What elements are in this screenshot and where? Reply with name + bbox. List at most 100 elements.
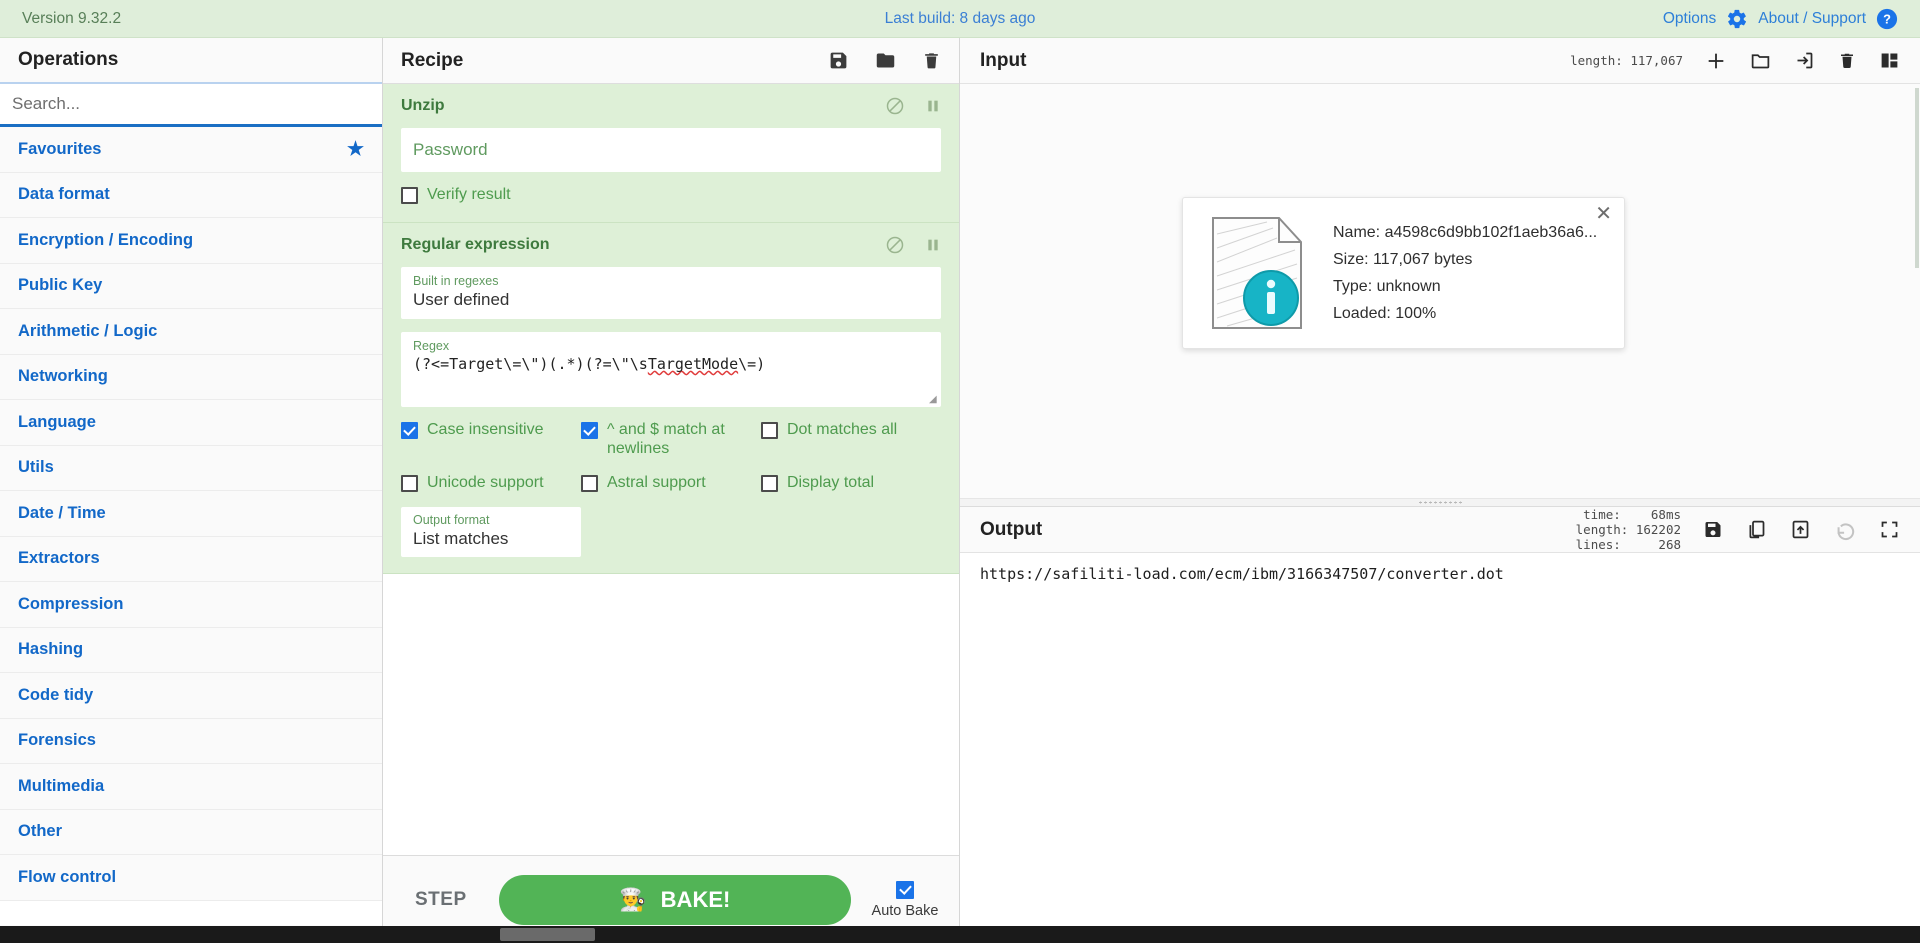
output-format-select[interactable]: Output format List matches [401,507,581,557]
output-text[interactable]: https://safiliti-load.com/ecm/ibm/316634… [960,553,1920,943]
undo-icon[interactable] [1834,519,1856,541]
category-label: Language [18,412,96,431]
step-button[interactable]: STEP [401,880,481,920]
bottom-status-bar[interactable] [0,926,1920,943]
flag-case-insensitive-checkbox[interactable] [401,422,418,439]
flag-dot-matches-all[interactable]: Dot matches all [760,420,941,458]
category-favourites[interactable]: Favourites ★ [0,127,382,173]
category-data-format[interactable]: Data format [0,172,382,218]
pause-breakpoint-icon[interactable] [925,96,941,116]
output-stats: time: 68ms length: 162202 lines: 268 [1576,507,1681,552]
reset-pane-layout-icon[interactable] [1879,50,1900,71]
output-header: Output time: 68ms length: 162202 lines: 26… [960,507,1920,553]
category-hashing[interactable]: Hashing [0,627,382,673]
copy-output-icon[interactable] [1746,519,1767,540]
top-banner: Version 9.32.2 Last build: 8 days ago Op… [0,0,1920,38]
clear-input-trash-icon[interactable] [1838,50,1856,71]
category-extractors[interactable]: Extractors [0,536,382,582]
flag-display-total-checkbox[interactable] [760,475,778,492]
flag-astral-support[interactable]: Astral support [580,473,761,492]
category-encryption-encoding[interactable]: Encryption / Encoding [0,218,382,264]
add-input-tab-icon[interactable] [1705,50,1727,72]
clear-recipe-trash-icon[interactable] [922,50,941,71]
category-label: Code tidy [18,685,94,704]
flag-unicode-support[interactable]: Unicode support [401,473,581,492]
open-file-as-input-icon[interactable] [1794,50,1815,71]
category-public-key[interactable]: Public Key [0,263,382,309]
category-label: Extractors [18,549,100,568]
close-icon[interactable]: ✕ [1595,204,1612,224]
question-mark-icon[interactable]: ? [1876,8,1898,30]
file-name: Name: a4598c6d9bb102f1aeb36a6... [1333,223,1598,241]
recipe-panel: Recipe Unzip Password Verify result Regu… [383,38,960,943]
regex-input-field[interactable]: Regex (?<=Target\=\")(.*)(?=\"\sTargetMo… [401,332,941,407]
flag-astral-support-checkbox[interactable] [580,475,598,492]
category-compression[interactable]: Compression [0,582,382,628]
flag-multiline-checkbox[interactable] [580,422,598,439]
category-code-tidy[interactable]: Code tidy [0,673,382,719]
auto-bake-checkbox[interactable] [896,880,914,899]
flag-case-insensitive[interactable]: Case insensitive [401,420,581,458]
flag-dot-matches-all-checkbox[interactable] [760,422,778,439]
category-label: Public Key [18,276,103,295]
output-format-value: List matches [413,529,509,548]
category-label: Encryption / Encoding [18,230,194,249]
replace-input-with-output-icon[interactable] [1790,519,1811,540]
op-regex-header: Regular expression [401,235,941,267]
category-label: Multimedia [18,776,105,795]
maximise-output-icon[interactable] [1879,519,1900,540]
unzip-password-field[interactable]: Password [401,128,941,172]
disable-operation-icon[interactable] [885,235,905,255]
chef-icon: 👨‍🍳 [619,886,647,912]
output-title: Output [980,518,1043,540]
flag-multiline-label: ^ and $ match at newlines [606,421,725,457]
pause-breakpoint-icon[interactable] [925,235,941,255]
bake-button[interactable]: 👨‍🍳 BAKE! [498,874,851,925]
recipe-header: Recipe [383,38,959,84]
unzip-verify-result-row[interactable]: Verify result [401,185,511,204]
category-forensics[interactable]: Forensics [0,718,382,764]
unzip-verify-result-checkbox[interactable] [401,187,418,204]
operations-title: Operations [0,38,382,84]
category-utils[interactable]: Utils [0,445,382,491]
disable-operation-icon[interactable] [885,96,905,116]
recipe-op-regular-expression[interactable]: Regular expression Built in regexes User… [383,223,959,574]
horizontal-scroll-thumb[interactable] [500,928,595,941]
about-support-link[interactable]: About / Support [1758,10,1866,28]
category-multimedia[interactable]: Multimedia [0,764,382,810]
search-input[interactable] [0,84,382,124]
flag-case-insensitive-label: Case insensitive [427,421,544,438]
auto-bake-control[interactable]: Auto Bake [869,880,941,919]
operations-panel: Operations Favourites ★ Data format Encr… [0,38,383,943]
input-scrollbar[interactable] [1914,84,1920,498]
load-recipe-folder-icon[interactable] [874,50,897,71]
category-date-time[interactable]: Date / Time [0,491,382,537]
textarea-resize-grip[interactable]: ◢ [929,395,939,405]
flag-unicode-support-checkbox[interactable] [401,475,418,492]
category-networking[interactable]: Networking [0,354,382,400]
category-flow-control[interactable]: Flow control [0,855,382,901]
builtin-regexes-field[interactable]: Built in regexes User defined [401,267,941,319]
recipe-op-unzip[interactable]: Unzip Password Verify result [383,84,959,223]
star-icon[interactable]: ★ [347,138,364,161]
flag-multiline[interactable]: ^ and $ match at newlines [580,420,761,458]
file-info-text: Name: a4598c6d9bb102f1aeb36a6... Size: 1… [1333,215,1597,332]
flag-display-total[interactable]: Display total [760,473,941,492]
save-output-icon[interactable] [1703,519,1723,540]
input-textarea[interactable]: ✕ Name: a4598c6d9bb102f1aeb36a6... Size:… [960,84,1920,498]
flag-dot-matches-all-label: Dot matches all [786,421,898,438]
category-label: Data format [18,185,110,204]
file-loaded: Loaded: 100% [1333,304,1437,322]
category-label: Compression [18,594,124,613]
category-other[interactable]: Other [0,809,382,855]
save-recipe-icon[interactable] [828,50,849,71]
category-arithmetic-logic[interactable]: Arithmetic / Logic [0,309,382,355]
options-link[interactable]: Options [1663,10,1716,28]
gear-icon[interactable] [1726,8,1748,30]
io-splitter-handle[interactable] [960,498,1920,507]
open-folder-as-input-icon[interactable] [1750,50,1771,71]
svg-text:?: ? [1883,11,1891,26]
category-language[interactable]: Language [0,400,382,446]
flag-unicode-support-label: Unicode support [427,474,544,491]
input-ghost-content [960,84,1920,128]
